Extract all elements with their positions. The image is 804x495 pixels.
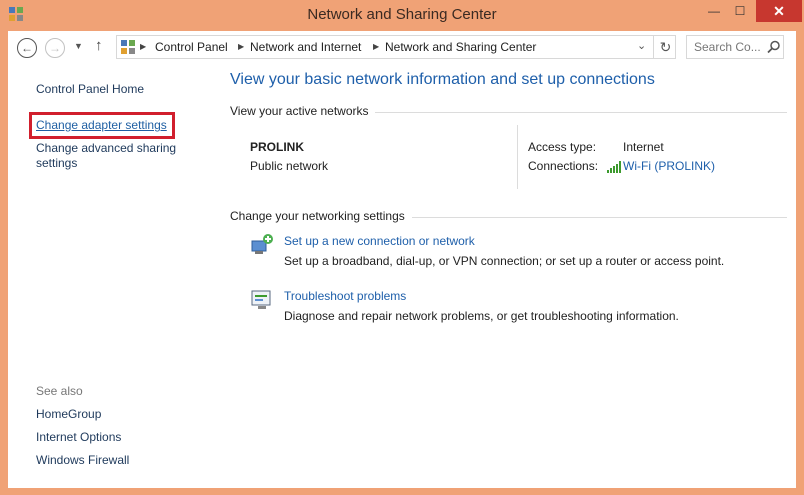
divider [412,217,787,218]
active-networks-heading: View your active networks [230,104,369,118]
troubleshoot-link[interactable]: Troubleshoot problems [284,289,406,303]
see-also-label: See also [36,384,83,398]
access-type-label: Access type: [528,140,597,154]
forward-button[interactable]: → [45,38,65,58]
page-title: View your basic network information and … [230,71,655,88]
refresh-button[interactable]: ↻ [653,36,677,58]
minimize-button[interactable]: — [700,0,728,22]
network-setup-icon [251,234,273,254]
troubleshoot-description: Diagnose and repair network problems, or… [284,309,679,323]
window-title: Network and Sharing Center [307,6,497,23]
sidebar-item-internet-options[interactable]: Internet Options [36,430,121,444]
chevron-right-icon: ▶ [238,42,245,51]
sidebar-item-windows-firewall[interactable]: Windows Firewall [36,453,129,467]
content-area: Control Panel Home Change adapter settin… [8,64,796,488]
setup-connection-link[interactable]: Set up a new connection or network [284,234,475,248]
sidebar-item-control-panel-home[interactable]: Control Panel Home [36,82,144,96]
search-input[interactable]: Search Co... [694,40,761,54]
search-icon[interactable] [767,40,781,54]
change-settings-heading: Change your networking settings [230,209,405,223]
recent-locations-button[interactable]: ▼ [74,41,83,51]
troubleshoot-icon [251,290,271,309]
title-bar: Network and Sharing Center — ☐ ✕ [0,0,804,30]
chevron-right-icon: ▶ [373,42,380,51]
wifi-connection-link[interactable]: Wi-Fi (PROLINK) [623,159,715,173]
divider [375,112,787,113]
sidebar-item-change-adapter-settings[interactable]: Change adapter settings [36,118,167,132]
address-toolbar: ← → ▼ ↑ ▶ Control Panel ▶ Network and In… [8,31,796,64]
main-panel: View your basic network information and … [230,64,790,488]
breadcrumb-network-and-internet[interactable]: Network and Internet [250,40,361,54]
arrow-right-icon: → [49,41,61,55]
access-type-value: Internet [623,140,664,154]
sidebar: Control Panel Home Change adapter settin… [8,64,213,488]
up-button[interactable]: ↑ [95,37,103,54]
search-box[interactable]: Search Co... [686,35,784,59]
connections-label: Connections: [528,159,599,173]
network-name: PROLINK [250,140,304,154]
wifi-signal-icon [607,161,621,173]
control-panel-icon [121,40,135,54]
breadcrumb-network-and-sharing-center[interactable]: Network and Sharing Center [385,40,536,54]
arrow-left-icon: ← [21,41,33,55]
back-button[interactable]: ← [17,38,37,58]
sidebar-item-homegroup[interactable]: HomeGroup [36,407,101,421]
network-type[interactable]: Public network [250,159,328,173]
address-dropdown-button[interactable]: ⌄ [637,39,646,52]
setup-connection-description: Set up a broadband, dial-up, or VPN conn… [284,254,725,268]
chevron-right-icon: ▶ [140,42,147,51]
breadcrumb-control-panel[interactable]: Control Panel [155,40,228,54]
close-button[interactable]: ✕ [756,0,802,22]
vertical-divider [517,125,518,189]
sidebar-item-change-advanced-sharing[interactable]: Change advanced sharing settings [36,141,196,171]
address-bar[interactable]: ▶ Control Panel ▶ Network and Internet ▶… [116,35,676,59]
maximize-button[interactable]: ☐ [726,0,754,22]
window: Network and Sharing Center — ☐ ✕ ← → ▼ ↑… [0,0,804,495]
